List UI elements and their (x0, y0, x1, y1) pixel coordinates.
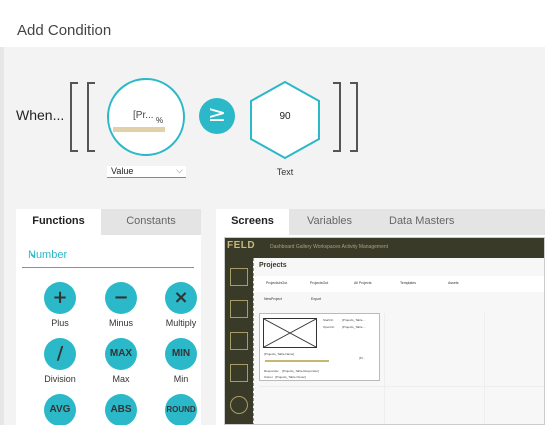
chevron-down-icon: ⌵ (176, 165, 183, 175)
preview-export: Export (311, 297, 322, 301)
when-label: When... (16, 107, 65, 123)
preview-start-label: StartOn (323, 318, 334, 322)
preview-start-value: [Projects_Table.... (342, 318, 366, 322)
minus-icon: − (105, 282, 137, 314)
function-division[interactable]: / Division (32, 338, 88, 388)
screens-panel: FELD Dashboard Gallery Workspaces Activi… (216, 235, 545, 425)
outer-right-bracket (350, 82, 358, 152)
compare-type-label: Text (276, 167, 294, 177)
outer-left-bracket (70, 82, 78, 152)
screen-preview[interactable]: FELD Dashboard Gallery Workspaces Activi… (224, 237, 545, 425)
function-min[interactable]: MIN Min (153, 338, 209, 388)
preview-column: Assets (448, 281, 459, 285)
preview-main: Projects ProjectsInOut ProjectsOut All P… (253, 258, 544, 424)
preview-column: ProjectsInOut (266, 281, 288, 285)
value-type-select[interactable]: Value ⌵ (107, 165, 186, 178)
preview-responder-value: [Projects_Table.Responder] (282, 369, 319, 373)
tab-variables[interactable]: Variables (307, 209, 352, 235)
preview-nav: Dashboard Gallery Workspaces Activity Ma… (270, 244, 389, 250)
min-icon: MIN (165, 338, 197, 370)
function-avg[interactable]: AVG (32, 394, 88, 425)
preview-project-card: StartOn [Projects_Table.... OpenOn [Proj… (259, 313, 380, 381)
function-label: Min (173, 374, 189, 384)
preview-grid-line (384, 313, 385, 424)
function-label: Division (44, 374, 76, 384)
functions-panel: Number ⌄ + Plus − Minus × Multiply / Div… (16, 235, 201, 425)
preview-topbar: FELD Dashboard Gallery Workspaces Activi… (225, 238, 544, 258)
preview-grid-line (259, 386, 544, 387)
preview-open-value: [Projects_Table.... (342, 325, 366, 329)
preview-gear-icon (230, 396, 248, 414)
inner-right-bracket (333, 82, 341, 152)
multiply-icon: × (165, 282, 197, 314)
right-panel-tabs: Screens Variables Data Masters (216, 209, 545, 235)
value-percent: % (156, 116, 164, 125)
function-round[interactable]: ROUND (153, 394, 209, 425)
preview-sidebar-icon (230, 300, 248, 318)
function-label: Max (112, 374, 130, 384)
function-abs[interactable]: ABS (93, 394, 149, 425)
preview-open-label: OpenOn (323, 325, 335, 329)
preview-logo: FELD (227, 240, 256, 251)
plus-icon: + (44, 282, 76, 314)
preview-grid-line (484, 313, 485, 424)
preview-responder-label: Responder (264, 369, 279, 373)
function-label: Plus (51, 318, 69, 328)
preview-column-header: ProjectsInOut ProjectsOut All Projects T… (254, 276, 544, 292)
preview-column: ProjectsOut (310, 281, 329, 285)
function-max[interactable]: MAX Max (93, 338, 149, 388)
function-label: Multiply (165, 318, 197, 328)
preview-column: Templates (400, 281, 416, 285)
preview-sidebar (225, 258, 253, 424)
dialog-left-edge (0, 47, 4, 425)
function-label: Minus (108, 318, 133, 328)
tab-screens[interactable]: Screens (216, 209, 289, 235)
preview-card-pct: [Pr... (359, 356, 366, 360)
function-multiply[interactable]: × Multiply (153, 282, 209, 332)
dialog-header: Add Condition (0, 0, 545, 47)
preview-column: All Projects (354, 281, 372, 285)
preview-owner-value: [Projects_Table.Owner] (275, 375, 307, 379)
preview-sidebar-icon (230, 364, 248, 382)
category-select[interactable]: Number ⌄ (22, 244, 194, 268)
tab-constants[interactable]: Constants (101, 209, 201, 235)
preview-new-project: NewProject (264, 297, 282, 301)
preview-sidebar-icon (230, 332, 248, 350)
add-condition-dialog: Add Condition When... [Pr... % Value ⌵ ≥… (0, 0, 545, 425)
tab-functions[interactable]: Functions (16, 209, 101, 235)
preview-sidebar-icon (230, 268, 248, 286)
left-panel-tabs: Functions Constants (16, 209, 201, 235)
tab-data-masters[interactable]: Data Masters (389, 209, 454, 235)
dialog-title: Add Condition (17, 22, 112, 39)
greater-equal-icon: ≥ (207, 102, 227, 127)
operator-button[interactable]: ≥ (199, 98, 235, 134)
value-progress-bar (113, 127, 165, 132)
division-icon: / (44, 338, 76, 370)
preview-progress-bar (265, 360, 329, 362)
compare-value: 90 (279, 111, 291, 122)
value-operand[interactable]: [Pr... % (107, 78, 185, 156)
inner-left-bracket (87, 82, 95, 152)
abs-icon: ABS (105, 394, 137, 425)
value-expression: [Pr... (133, 110, 154, 121)
value-type-selected: Value (111, 166, 134, 176)
max-icon: MAX (105, 338, 137, 370)
image-placeholder-icon (263, 318, 317, 348)
round-icon: ROUND (165, 394, 197, 425)
preview-card-name: [Projects_Table.Name] (264, 352, 295, 356)
preview-owner-label: Owner (264, 375, 273, 379)
function-minus[interactable]: − Minus (93, 282, 149, 332)
chevron-down-icon: ⌄ (28, 246, 39, 260)
function-plus[interactable]: + Plus (32, 282, 88, 332)
preview-page-title: Projects (259, 262, 287, 269)
avg-icon: AVG (44, 394, 76, 425)
